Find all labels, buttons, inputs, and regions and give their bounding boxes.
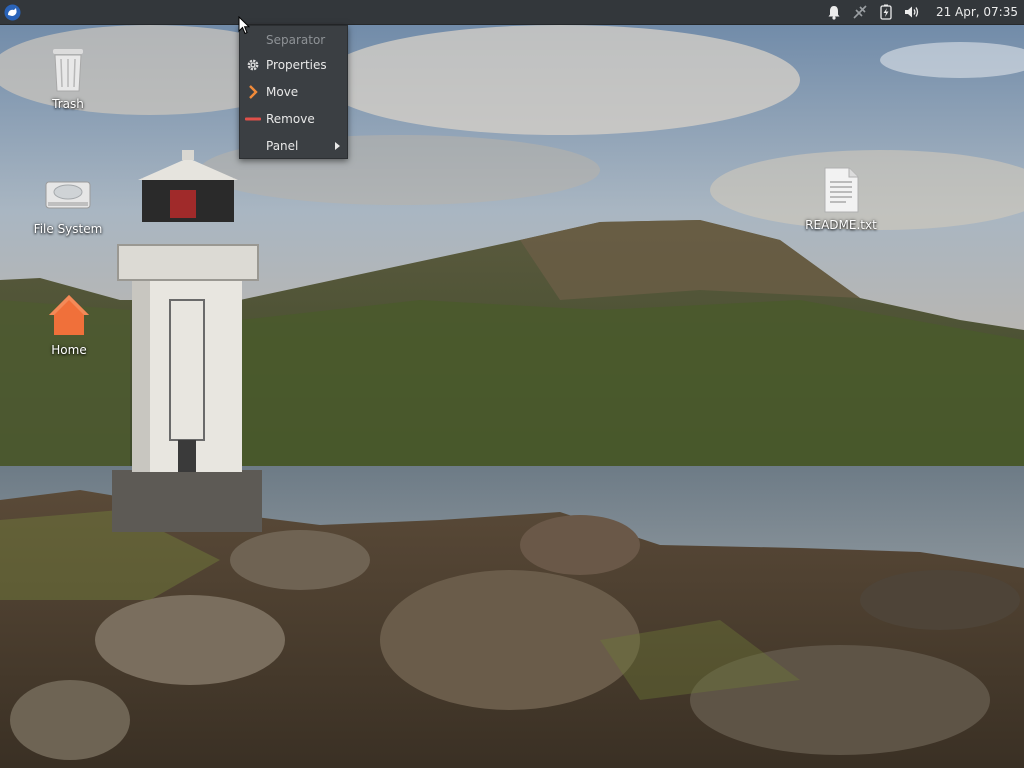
desktop-icon-label: Home <box>51 343 87 357</box>
panel-clock[interactable]: 21 Apr, 07:35 <box>936 5 1018 19</box>
trash-icon <box>44 45 92 93</box>
menu-item-label: Remove <box>266 111 315 126</box>
network-disconnected-icon[interactable] <box>852 4 868 20</box>
battery-charging-icon[interactable] <box>878 4 894 20</box>
menu-header-label: Separator <box>266 32 326 47</box>
menu-item-move[interactable]: Move <box>240 78 347 105</box>
hard-drive-icon <box>44 170 92 218</box>
system-tray: 21 Apr, 07:35 <box>826 4 1024 20</box>
desktop-wallpaper <box>0 0 1024 768</box>
desktop-icon-trash[interactable]: Trash <box>23 45 113 111</box>
xfce-mouse-logo-icon <box>4 4 21 20</box>
home-folder-icon <box>45 291 93 339</box>
desktop-icon-readme[interactable]: README.txt <box>796 166 886 232</box>
menu-item-label: Move <box>266 84 299 99</box>
panel-context-menu: Separator Properties Move Remove Panel <box>239 25 348 159</box>
menu-header-separator: Separator <box>240 28 347 51</box>
minus-icon <box>245 111 261 127</box>
whisker-menu-button[interactable] <box>0 0 25 25</box>
gear-icon <box>245 57 261 73</box>
desktop-icon-file-system[interactable]: File System <box>23 170 113 236</box>
menu-item-panel[interactable]: Panel <box>240 132 347 159</box>
desktop-icon-label: File System <box>33 222 103 236</box>
submenu-arrow-icon <box>335 141 340 150</box>
menu-item-remove[interactable]: Remove <box>240 105 347 132</box>
notification-bell-icon[interactable] <box>826 4 842 20</box>
volume-icon[interactable] <box>904 4 920 20</box>
desktop-icon-label: Trash <box>52 97 84 111</box>
desktop-icon-label: README.txt <box>805 218 877 232</box>
chevron-right-icon <box>245 84 261 100</box>
desktop-icon-home[interactable]: Home <box>24 291 114 357</box>
mouse-pointer-icon <box>238 15 251 39</box>
top-panel: 21 Apr, 07:35 <box>0 0 1024 25</box>
text-file-icon <box>817 166 865 214</box>
menu-item-properties[interactable]: Properties <box>240 51 347 78</box>
menu-item-label: Panel <box>266 138 299 153</box>
menu-item-label: Properties <box>266 57 327 72</box>
